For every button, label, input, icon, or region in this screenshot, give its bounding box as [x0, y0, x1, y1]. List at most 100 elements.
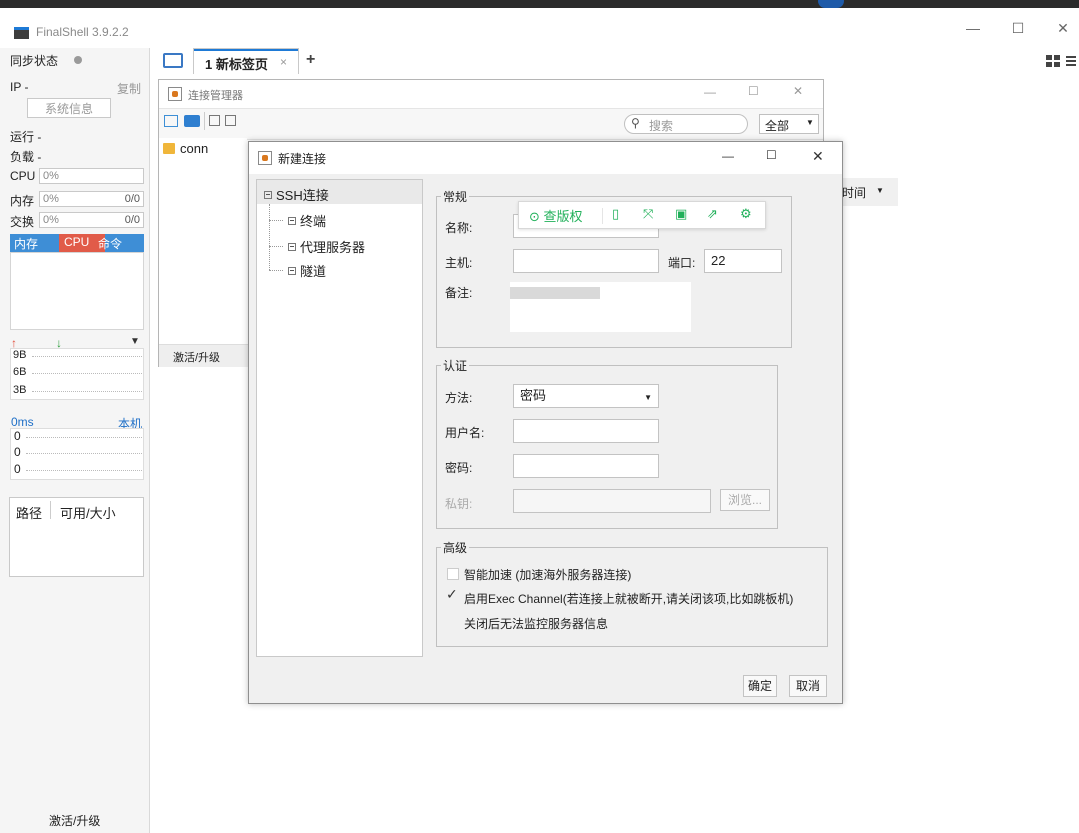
connection-tree: conn	[159, 138, 247, 345]
toolbar-separator	[602, 208, 603, 224]
dialog-maximize-button[interactable]: ☐	[766, 148, 777, 162]
grid-line	[32, 391, 142, 392]
note-field[interactable]	[510, 282, 691, 332]
active-tab-indicator	[194, 49, 298, 51]
copy-ip-button[interactable]: 复制	[117, 80, 141, 97]
tab-command[interactable]: 命令	[98, 235, 122, 252]
tree-guide	[269, 270, 283, 271]
folder-conn[interactable]: conn	[180, 141, 208, 156]
cm-minimize-button[interactable]: —	[704, 85, 716, 99]
swap-size: 0/0	[124, 214, 140, 226]
host-label: 主机:	[445, 256, 473, 270]
new-connection-icon[interactable]	[164, 115, 178, 127]
expand-all-icon[interactable]	[225, 115, 236, 126]
sort-dropdown-icon: ▼	[876, 186, 884, 195]
background-app-badge	[818, 0, 844, 8]
tree-item-tunnel[interactable]: 隧道	[288, 261, 326, 280]
latency-row: 0	[14, 462, 21, 476]
toolbar-separator	[204, 112, 205, 130]
close-button[interactable]: ✕	[1048, 20, 1078, 40]
username-field[interactable]	[513, 419, 659, 443]
net-scale-3b: 3B	[13, 384, 27, 396]
smart-accel-label: 智能加速 (加速海外服务器连接)	[464, 568, 632, 582]
network-dropdown-icon[interactable]: ▼	[130, 336, 140, 347]
dialog-titlebar: 新建连接 — ☐ ✕	[249, 142, 842, 174]
method-label: 方法:	[445, 391, 473, 405]
cpu-value: 0%	[43, 170, 59, 182]
note-label: 备注:	[445, 286, 473, 300]
activate-upgrade-link[interactable]: 激活/升级	[49, 812, 100, 829]
connection-manager-footer: 激活/升级	[159, 344, 255, 367]
sync-status-label: 同步状态	[10, 54, 59, 68]
private-key-field[interactable]	[513, 489, 711, 513]
system-info-button[interactable]: 系统信息	[27, 98, 111, 118]
password-field[interactable]	[513, 454, 659, 478]
host-field[interactable]	[513, 249, 659, 273]
advanced-legend: 高级	[443, 541, 468, 555]
mem-meter: 0% 0/0	[39, 191, 144, 207]
collapse-all-icon[interactable]	[209, 115, 220, 126]
auth-method-select[interactable]: 密码 ▼	[513, 384, 659, 408]
cm-close-button[interactable]: ✕	[793, 84, 803, 98]
tree-item-proxy[interactable]: 代理服务器	[288, 237, 365, 256]
tab-close-icon[interactable]: ×	[280, 55, 287, 69]
tree-item-ssh[interactable]: SSH连接	[264, 185, 329, 204]
title-bar	[0, 8, 1079, 48]
save-icon[interactable]: ▣	[675, 206, 687, 222]
browse-button[interactable]: 浏览...	[720, 489, 770, 511]
grid-line	[32, 356, 142, 357]
fullscreen-icon[interactable]: ⤧	[643, 206, 653, 222]
floating-toolbar: ⊙ 查版权 ▯ ⤧ ▣ ⇗ ⚙	[518, 201, 766, 229]
open-folder-icon[interactable]	[163, 53, 183, 68]
share-icon[interactable]: ⇗	[707, 206, 718, 222]
filter-value: 全部	[765, 119, 790, 133]
ok-button[interactable]: 确定	[743, 675, 777, 697]
time-column-header[interactable]: 时间 ▼	[836, 178, 898, 206]
search-icon: ⚲	[631, 116, 640, 130]
grid-line	[32, 373, 142, 374]
search-icon: ⊙	[529, 209, 540, 224]
size-header: 可用/大小	[60, 506, 116, 521]
filter-select[interactable]: 全部 ▼	[759, 114, 819, 134]
folder-icon	[163, 143, 175, 154]
minimize-button[interactable]: —	[958, 20, 988, 40]
connection-manager-toolbar: ⚲ 搜索 全部 ▼	[159, 108, 823, 140]
collapse-icon	[288, 243, 296, 251]
layout-grid-icon[interactable]	[1046, 55, 1076, 70]
swap-meter: 0% 0/0	[39, 212, 144, 228]
add-tab-button[interactable]: +	[306, 51, 315, 69]
new-folder-icon[interactable]	[184, 115, 200, 127]
monitor-tabs: 内存 CPU 命令	[10, 234, 144, 252]
cpu-meter: 0%	[39, 168, 144, 184]
tab-new[interactable]: 1 新标签页 ×	[193, 48, 299, 74]
swap-value: 0%	[43, 214, 59, 226]
dialog-close-button[interactable]: ✕	[812, 148, 824, 165]
chevron-down-icon: ▼	[644, 393, 652, 402]
cancel-button[interactable]: 取消	[789, 675, 827, 697]
tree-item-terminal[interactable]: 终端	[288, 211, 326, 230]
grid-line	[26, 470, 142, 471]
latency-label: 0ms	[11, 415, 34, 429]
tree-label: SSH连接	[276, 188, 329, 203]
dialog-minimize-button[interactable]: —	[722, 149, 734, 163]
cm-activate-upgrade[interactable]: 激活/升级	[173, 349, 220, 365]
swap-label: 交换	[10, 215, 35, 229]
phone-icon[interactable]: ▯	[612, 206, 619, 222]
smart-accel-checkbox[interactable]	[447, 568, 459, 580]
java-app-icon	[168, 87, 182, 101]
cm-maximize-button[interactable]: ☐	[748, 84, 759, 98]
maximize-button[interactable]: ☐	[1003, 20, 1033, 40]
tab-memory[interactable]: 内存	[14, 235, 38, 252]
port-field[interactable]: 22	[704, 249, 782, 273]
monitor-graph	[10, 252, 144, 330]
exec-channel-checkbox[interactable]: ✓	[446, 586, 458, 603]
collapse-icon	[264, 191, 272, 199]
tab-cpu[interactable]: CPU	[64, 235, 89, 249]
latency-row: 0	[14, 445, 21, 459]
auth-legend: 认证	[443, 359, 468, 373]
search-input[interactable]: ⚲ 搜索	[624, 114, 748, 134]
gear-icon[interactable]: ⚙	[740, 206, 752, 222]
general-legend: 常规	[443, 190, 468, 204]
copyright-search-button[interactable]: ⊙ 查版权	[529, 206, 583, 225]
latency-row: 0	[14, 429, 21, 443]
